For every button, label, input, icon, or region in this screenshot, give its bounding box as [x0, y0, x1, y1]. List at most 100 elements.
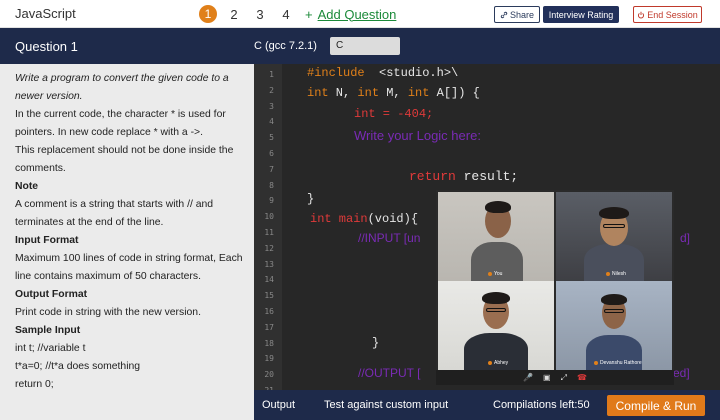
mic-active-icon — [594, 361, 598, 365]
participant-hair — [485, 201, 511, 213]
code-token: int — [354, 107, 376, 121]
code-token: (void){ — [367, 212, 419, 226]
line-number: 2 — [269, 85, 274, 95]
participant-name: Nilesh — [612, 271, 626, 277]
line-number: 18 — [264, 338, 274, 348]
mic-active-icon — [606, 272, 610, 276]
problem-line: A comment is a string that starts with /… — [15, 199, 214, 228]
add-question-link[interactable]: + Add Question — [305, 7, 396, 22]
code-line-2: int N, int M, int A[]) { — [307, 86, 480, 100]
line-number: 15 — [264, 291, 274, 301]
line-number: 1 — [269, 70, 274, 79]
share-label: Share — [509, 9, 535, 20]
question-tab-2[interactable]: 2 — [225, 5, 243, 23]
camera-icon[interactable]: ▣ — [543, 373, 551, 382]
problem-statement: Write a program to convert the given cod… — [0, 64, 254, 420]
video-tile-abhey[interactable]: Abhey — [438, 281, 554, 370]
code-line-3: int = -404; — [354, 107, 433, 121]
video-tile-nilesh[interactable]: Nilesh — [556, 192, 672, 281]
line-number: 13 — [264, 259, 274, 269]
video-tile-you[interactable]: You — [438, 192, 554, 281]
question-tab-1[interactable]: 1 — [199, 5, 217, 23]
language-select[interactable]: C — [330, 37, 400, 55]
code-token: N, — [328, 86, 358, 100]
plus-icon: + — [305, 6, 313, 22]
compilations-left: Compilations left:50 — [493, 399, 590, 411]
question-tab-4[interactable]: 4 — [277, 5, 295, 23]
problem-heading: Note — [15, 181, 39, 192]
problem-heading: Sample Input — [15, 325, 81, 336]
participant-label: Devanshu Rathore — [594, 360, 642, 366]
line-number: 20 — [264, 370, 274, 380]
screen-share-icon[interactable]: ⤢ — [561, 373, 567, 382]
participant-label: Abhey — [488, 360, 508, 366]
line-number: 17 — [264, 322, 274, 332]
code-token: int — [307, 86, 329, 100]
code-token: return — [409, 169, 456, 184]
code-token: M, — [379, 86, 408, 100]
mic-active-icon — [488, 272, 492, 276]
hang-up-icon[interactable]: ☎ — [577, 373, 587, 382]
line-number: 7 — [269, 164, 274, 174]
problem-heading: Output Format — [15, 289, 88, 300]
question-title: Question 1 — [15, 39, 78, 54]
problem-heading: Input Format — [15, 235, 79, 246]
code-token: #include — [307, 66, 365, 80]
code-token: int main — [310, 212, 368, 226]
line-number: 12 — [264, 243, 274, 253]
code-token: result; — [455, 169, 519, 184]
end-session-button[interactable]: End Session — [633, 6, 702, 23]
code-line-17: } — [372, 336, 380, 350]
line-number: 19 — [264, 354, 274, 364]
code-line-4: Write your Logic here: — [354, 128, 481, 143]
line-number: 14 — [264, 275, 274, 285]
code-token: int — [407, 86, 430, 100]
participant-label: You — [488, 271, 502, 277]
code-token: = -404; — [375, 107, 434, 121]
code-line-19-tail: ed] — [673, 366, 690, 380]
header-row: Question 1 C (gcc 7.2.1) C — [0, 28, 720, 64]
problem-line: return 0; — [15, 379, 54, 390]
end-session-label: End Session — [647, 9, 698, 20]
code-token: int — [357, 86, 380, 100]
mic-icon[interactable]: 🎤 — [523, 373, 533, 382]
problem-line: In the current code, the character * is … — [15, 109, 226, 138]
mic-active-icon — [488, 361, 492, 365]
question-tab-3[interactable]: 3 — [251, 5, 269, 23]
participant-hair — [601, 294, 627, 305]
interview-rating-button[interactable]: Interview Rating — [543, 6, 619, 23]
code-line-7: return result; — [409, 169, 518, 184]
power-icon — [638, 11, 645, 18]
problem-line: Write a program to convert the given cod… — [15, 73, 229, 102]
code-line-11: //INPUT [un — [358, 231, 421, 245]
participant-name: Devanshu Rathore — [600, 360, 642, 366]
code-line-11-tail: d] — [680, 231, 691, 245]
share-button[interactable]: Share — [494, 6, 540, 23]
link-icon — [500, 11, 508, 18]
line-gutter: 123456789101112131415161718192021 — [254, 64, 282, 390]
line-number: 10 — [264, 212, 274, 222]
code-token: <studio.h>\ — [364, 66, 459, 80]
code-line-19: //OUTPUT [ — [358, 366, 421, 380]
test-custom-input-tab[interactable]: Test against custom input — [324, 399, 448, 411]
line-number: 6 — [269, 149, 274, 158]
code-line-9: } — [307, 192, 315, 206]
problem-line: This replacement should not be done insi… — [15, 145, 234, 174]
output-tab[interactable]: Output — [262, 399, 295, 411]
problem-line: t*a=0; //t*a does something — [15, 361, 141, 372]
problem-line: int t; //variable t — [15, 343, 86, 354]
bottom-bar: Output Test against custom input Compila… — [254, 390, 720, 420]
code-token: A[]) { — [429, 86, 480, 100]
glasses — [603, 224, 625, 228]
code-line-10: int main(void){ — [310, 212, 418, 226]
compile-run-button[interactable]: Compile & Run — [607, 395, 705, 416]
video-controls: 🎤 ▣ ⤢ ☎ — [436, 370, 674, 385]
video-tile-devanshu[interactable]: Devanshu Rathore — [556, 281, 672, 370]
code-line-1: #include <studio.h>\ — [307, 66, 458, 80]
video-call-panel[interactable]: You Nilesh Abhey Devanshu Rathore 🎤 ▣ ⤢ … — [436, 190, 674, 385]
line-number: 8 — [269, 180, 274, 190]
top-bar: JavaScript 1 2 3 4 + Add Question Share I… — [0, 0, 720, 28]
line-number: 9 — [269, 196, 274, 206]
line-number: 4 — [269, 117, 274, 127]
problem-line: Maximum 100 lines of code in string form… — [15, 253, 243, 282]
